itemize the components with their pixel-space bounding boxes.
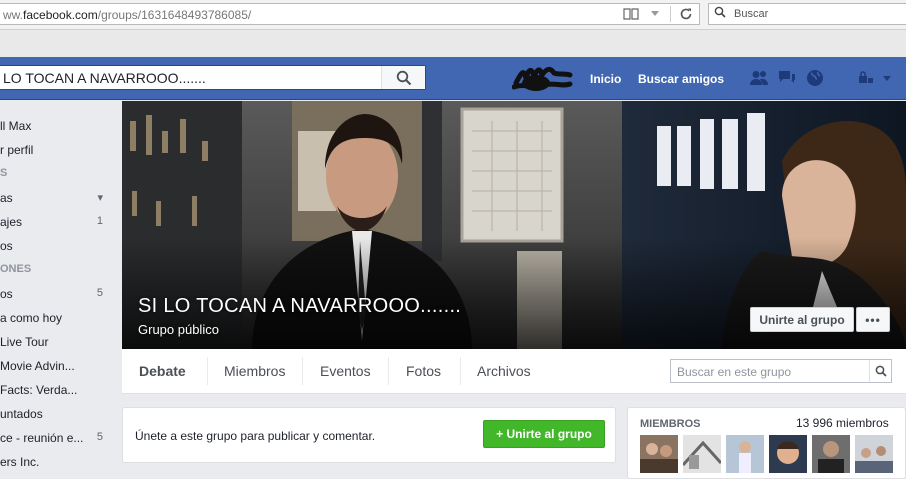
sidebar-item-label: Live Tour	[0, 335, 49, 349]
address-bar-icons	[622, 6, 695, 22]
sidebar-item-label: ajes	[0, 215, 23, 229]
reader-view-icon[interactable]	[622, 6, 640, 22]
tab-events[interactable]: Eventos	[320, 363, 371, 379]
divider	[670, 6, 671, 22]
browser-toolbar: ww.facebook.com/groups/1631648493786085/…	[0, 0, 906, 30]
sidebar-item[interactable]: as ▾	[0, 186, 115, 210]
sidebar-item-label: r perfil	[0, 143, 34, 157]
toolbar-spacer	[0, 30, 906, 57]
browser-search-box[interactable]: Buscar	[708, 3, 906, 25]
nav-find-friends-link[interactable]: Buscar amigos	[638, 72, 724, 86]
members-panel: MIEMBROS 13 996 miembros	[627, 407, 906, 479]
account-icons	[858, 70, 892, 87]
url-text[interactable]: ww.facebook.com/groups/1631648493786085/	[3, 8, 251, 22]
url-path: /groups/1631648493786085/	[97, 8, 252, 22]
tab-divider	[460, 357, 461, 385]
sidebar-item-label: ll Max	[0, 119, 32, 133]
sidebar-item-label: as	[0, 191, 13, 205]
tab-divider	[207, 357, 208, 385]
facebook-top-bar: LO TOCAN A NAVARROOO....... Inicio Busca…	[0, 57, 906, 100]
friend-requests-icon[interactable]	[748, 68, 770, 88]
sidebar-item[interactable]: r perfil	[0, 138, 115, 162]
tab-divider	[302, 357, 303, 385]
sidebar-section-header: S	[0, 167, 8, 179]
sidebar-item[interactable]: Movie Advin...	[0, 354, 115, 378]
group-cover-photo: SI LO TOCAN A NAVARROOO....... Grupo púb…	[122, 101, 906, 349]
sidebar-item[interactable]: ajes 1	[0, 210, 115, 234]
join-group-green-button[interactable]: + Unirte al grupo	[483, 420, 605, 448]
join-group-card: Únete a este grupo para publicar y comen…	[122, 407, 616, 463]
member-avatar[interactable]	[683, 435, 721, 473]
sidebar-item-count: 5	[96, 431, 103, 443]
group-tab-bar: Debate Miembros Eventos Fotos Archivos B…	[122, 349, 906, 394]
address-bar[interactable]: ww.facebook.com/groups/1631648493786085/	[0, 3, 700, 25]
sidebar-item[interactable]: ce - reunión e... 5	[0, 426, 115, 450]
sidebar-item-label: Movie Advin...	[0, 359, 75, 373]
sidebar-item-label: Facts: Verda...	[0, 383, 78, 397]
sidebar-item[interactable]: ll Max	[0, 114, 115, 138]
browser-search-placeholder: Buscar	[734, 8, 769, 20]
tab-files[interactable]: Archivos	[477, 363, 531, 379]
search-icon	[875, 365, 887, 377]
notifications-globe-icon[interactable]	[804, 68, 826, 88]
sidebar-item-label: untados	[0, 407, 43, 421]
sidebar-item-count: 5	[96, 287, 103, 299]
members-heading[interactable]: MIEMBROS	[640, 418, 701, 430]
sidebar-item[interactable]: untados	[0, 402, 115, 426]
group-search-input[interactable]: Buscar en este grupo	[670, 359, 892, 383]
nav-home-link[interactable]: Inicio	[590, 72, 621, 86]
join-prompt-text: Únete a este grupo para publicar y comen…	[135, 429, 376, 443]
sidebar-item[interactable]: Live Tour	[0, 330, 115, 354]
facebook-search-input[interactable]: LO TOCAN A NAVARROOO.......	[0, 65, 426, 90]
sidebar-item-count: 1	[96, 215, 103, 227]
reload-icon[interactable]	[677, 6, 695, 22]
group-title: SI LO TOCAN A NAVARROOO.......	[138, 295, 462, 317]
account-menu-chevron-down-icon[interactable]	[882, 72, 892, 86]
member-avatar[interactable]	[812, 435, 850, 473]
tab-members[interactable]: Miembros	[224, 363, 285, 379]
group-search-placeholder: Buscar en este grupo	[677, 365, 792, 379]
more-options-button[interactable]: •••	[856, 307, 890, 332]
sidebar-item[interactable]: os	[0, 234, 115, 258]
dropdown-arrow-icon[interactable]	[646, 6, 664, 22]
left-sidebar: ll Max r perfil Sas ▾ ajes 1 os ONES os 5 a como h…	[0, 101, 122, 479]
sidebar-item-count: ▾	[97, 192, 103, 204]
sidebar-section-header: ONES	[0, 263, 32, 275]
group-search-button[interactable]	[869, 360, 891, 382]
join-group-button[interactable]: Unirte al grupo	[750, 307, 854, 332]
tab-divider	[388, 357, 389, 385]
sidebar-item-label: ers Inc.	[0, 455, 40, 469]
search-icon	[396, 70, 411, 85]
notification-icons	[748, 68, 826, 88]
sidebar-item-label: os	[0, 287, 13, 301]
messages-icon[interactable]	[776, 68, 798, 88]
url-prefix: ww.	[3, 8, 24, 22]
tab-debate[interactable]: Debate	[139, 363, 186, 379]
search-icon	[714, 6, 726, 21]
sidebar-item[interactable]: Facts: Verda...	[0, 378, 115, 402]
facebook-search-button[interactable]	[381, 66, 425, 89]
sidebar-item-label: ce - reunión e...	[0, 431, 84, 445]
redacted-profile-scribble	[512, 66, 573, 91]
sidebar-item-label: a como hoy	[0, 311, 63, 325]
member-avatar[interactable]	[769, 435, 807, 473]
member-avatar[interactable]	[855, 435, 893, 473]
member-avatar[interactable]	[726, 435, 764, 473]
member-thumbnails	[640, 435, 893, 473]
url-domain: facebook.com	[23, 8, 98, 22]
tab-photos[interactable]: Fotos	[406, 363, 441, 379]
group-privacy-label: Grupo público	[138, 322, 219, 337]
member-avatar[interactable]	[640, 435, 678, 473]
sidebar-item-label: os	[0, 239, 13, 253]
sidebar-item[interactable]: os 5	[0, 282, 115, 306]
facebook-search-value: LO TOCAN A NAVARROOO.......	[3, 70, 206, 86]
sidebar-item[interactable]: ers Inc.	[0, 450, 115, 474]
privacy-shortcuts-icon[interactable]	[858, 70, 874, 87]
members-count[interactable]: 13 996 miembros	[796, 416, 889, 430]
sidebar-item[interactable]: a como hoy	[0, 306, 115, 330]
